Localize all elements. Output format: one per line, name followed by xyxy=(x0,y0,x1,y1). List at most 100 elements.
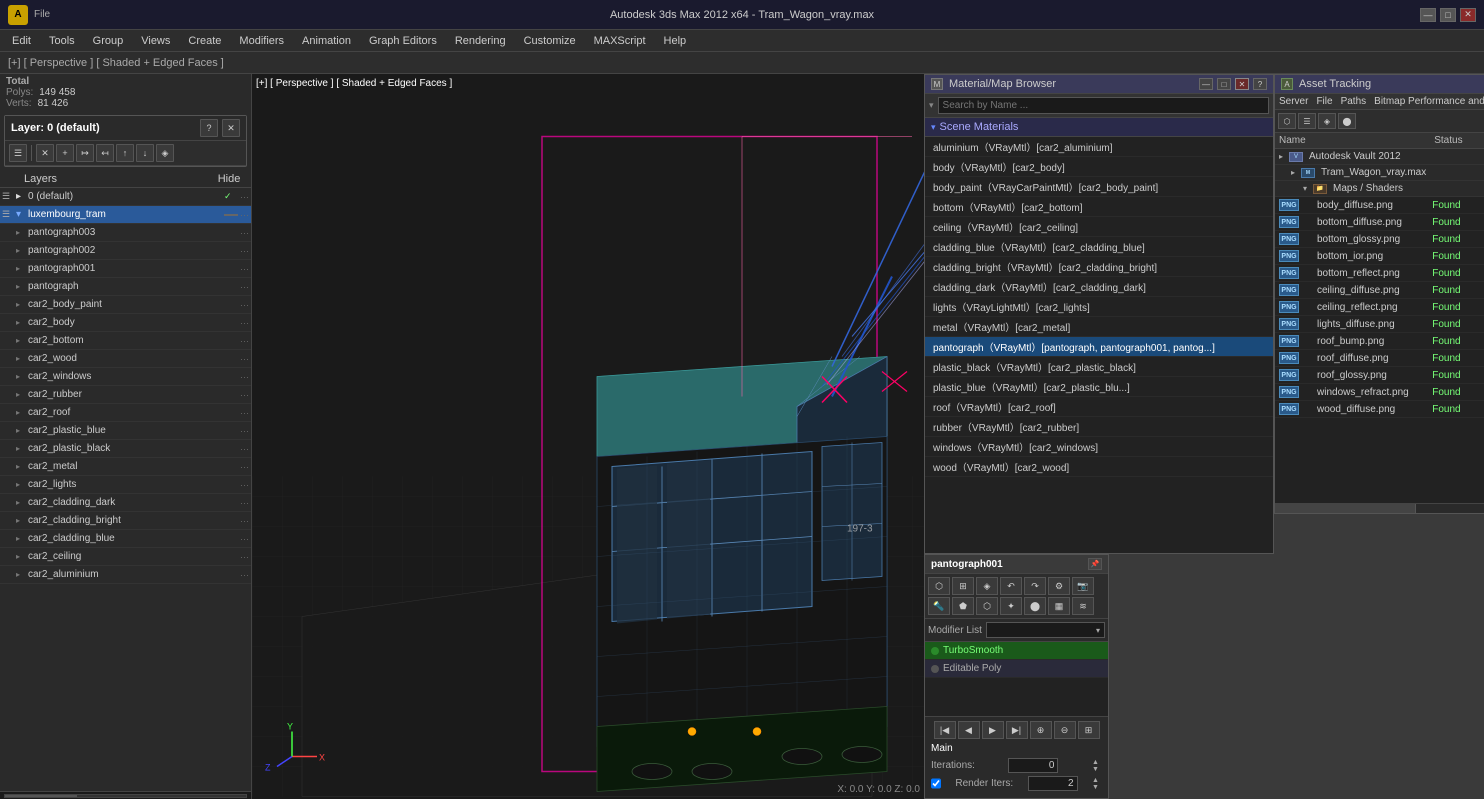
list-item[interactable]: PNG lights_diffuse.png Found xyxy=(1275,316,1484,333)
material-row[interactable]: cladding_blue（VRayMtl）[car2_cladding_blu… xyxy=(925,237,1273,257)
spinner-down[interactable]: ▼ xyxy=(1092,784,1102,791)
list-item[interactable]: PNG roof_glossy.png Found xyxy=(1275,367,1484,384)
modifier-nav-1[interactable]: |◀ xyxy=(934,721,956,739)
list-item[interactable]: ▸ pantograph ··· xyxy=(0,278,251,296)
asset-group-vault[interactable]: ▸ V Autodesk Vault 2012 Logged Out ... xyxy=(1275,149,1484,165)
material-search-input[interactable] xyxy=(938,97,1269,114)
list-item[interactable]: ▸ car2_cladding_dark ··· xyxy=(0,494,251,512)
list-item[interactable]: ▸ car2_cladding_blue ··· xyxy=(0,530,251,548)
mod-pin-btn[interactable]: 📌 xyxy=(1088,558,1102,570)
list-item[interactable]: PNG bottom_reflect.png Found xyxy=(1275,265,1484,282)
material-row[interactable]: wood（VRayMtl）[car2_wood] xyxy=(925,457,1273,477)
material-row[interactable]: body（VRayMtl）[car2_body] xyxy=(925,157,1273,177)
list-item[interactable]: PNG roof_bump.png Found xyxy=(1275,333,1484,350)
material-row[interactable]: lights（VRayLightMtl）[car2_lights] xyxy=(925,297,1273,317)
list-item[interactable]: ▸ car2_metal ··· xyxy=(0,458,251,476)
mod-icon-13[interactable]: ▦ xyxy=(1048,597,1070,615)
titlebar-menu-item[interactable]: File xyxy=(34,9,50,20)
list-item[interactable]: ▸ pantograph003 ··· xyxy=(0,224,251,242)
asset-menu-paths[interactable]: Paths xyxy=(1341,96,1367,107)
render-iters-input[interactable] xyxy=(1028,776,1078,791)
material-row[interactable]: roof（VRayMtl）[car2_roof] xyxy=(925,397,1273,417)
viewport[interactable]: [+] [ Perspective ] [ Shaded + Edged Fac… xyxy=(252,74,924,799)
minimize-button[interactable]: — xyxy=(1420,8,1436,22)
layers-help-button[interactable]: ? xyxy=(200,119,218,137)
list-item[interactable]: ▸ car2_lights ··· xyxy=(0,476,251,494)
list-item[interactable]: PNG bottom_diffuse.png Found xyxy=(1275,214,1484,231)
mod-icon-10[interactable]: ⬡ xyxy=(976,597,998,615)
list-item[interactable]: ▸ car2_wood ··· xyxy=(0,350,251,368)
modifier-nav-6[interactable]: ⊖ xyxy=(1054,721,1076,739)
modifier-nav-2[interactable]: ◀ xyxy=(958,721,980,739)
asset-btn-2[interactable]: ☰ xyxy=(1298,113,1316,129)
list-item[interactable]: ▸ car2_roof ··· xyxy=(0,404,251,422)
list-item[interactable]: ▸ car2_aluminium ··· xyxy=(0,566,251,584)
layers-highlight-btn[interactable]: ↓ xyxy=(136,144,154,162)
mod-icon-9[interactable]: ⬟ xyxy=(952,597,974,615)
asset-menu-bitmap-perf[interactable]: Bitmap Performance and Memory xyxy=(1374,96,1484,107)
mod-icon-6[interactable]: ⚙ xyxy=(1048,577,1070,595)
list-item[interactable]: ▸ car2_body ··· xyxy=(0,314,251,332)
list-item[interactable]: ▸ car2_bottom ··· xyxy=(0,332,251,350)
layers-add-btn[interactable]: + xyxy=(56,144,74,162)
layers-add-sel-btn[interactable]: ↤ xyxy=(96,144,114,162)
menu-graph-editors[interactable]: Graph Editors xyxy=(361,33,445,49)
spinner-up[interactable]: ▲ xyxy=(1092,777,1102,784)
menu-modifiers[interactable]: Modifiers xyxy=(231,33,292,49)
list-item[interactable]: PNG roof_diffuse.png Found xyxy=(1275,350,1484,367)
mod-icon-14[interactable]: ≋ xyxy=(1072,597,1094,615)
layer-row-default[interactable]: ☰ ▸ 0 (default) ✓ ··· xyxy=(0,188,251,206)
asset-menu-server[interactable]: Server xyxy=(1279,96,1308,107)
modifier-item-editable-poly[interactable]: Editable Poly xyxy=(925,660,1108,678)
menu-views[interactable]: Views xyxy=(133,33,178,49)
material-row[interactable]: rubber（VRayMtl）[car2_rubber] xyxy=(925,417,1273,437)
menu-tools[interactable]: Tools xyxy=(41,33,83,49)
modifier-list-dropdown[interactable]: ▾ xyxy=(986,622,1105,638)
layers-move-to-btn[interactable]: ↦ xyxy=(76,144,94,162)
iterations-input[interactable] xyxy=(1008,758,1058,773)
mod-icon-8[interactable]: 🔦 xyxy=(928,597,950,615)
list-item[interactable]: ▸ pantograph002 ··· xyxy=(0,242,251,260)
mod-icon-3[interactable]: ◈ xyxy=(976,577,998,595)
modifier-item-turbosmooth[interactable]: TurboSmooth xyxy=(925,642,1108,660)
layers-menu-btn[interactable]: ☰ xyxy=(9,144,27,162)
list-item[interactable]: ▸ pantograph001 ··· xyxy=(0,260,251,278)
restore-button[interactable]: □ xyxy=(1440,8,1456,22)
render-iters-spinner[interactable]: ▲ ▼ xyxy=(1092,777,1102,791)
material-row[interactable]: cladding_dark（VRayMtl）[car2_cladding_dar… xyxy=(925,277,1273,297)
mod-icon-2[interactable]: ⊞ xyxy=(952,577,974,595)
modifier-nav-3[interactable]: ▶ xyxy=(982,721,1004,739)
list-item[interactable]: ▸ car2_cladding_bright ··· xyxy=(0,512,251,530)
list-item[interactable]: PNG wood_diffuse.png Found xyxy=(1275,401,1484,418)
layers-scrollbar[interactable] xyxy=(4,794,247,798)
material-row[interactable]: metal（VRayMtl）[car2_metal] xyxy=(925,317,1273,337)
material-browser-help[interactable]: ? xyxy=(1253,78,1267,90)
layers-freeze-btn[interactable]: ◈ xyxy=(156,144,174,162)
list-item[interactable]: PNG bottom_glossy.png Found xyxy=(1275,231,1484,248)
layers-close-button[interactable]: ✕ xyxy=(222,119,240,137)
list-item[interactable]: PNG windows_refract.png Found xyxy=(1275,384,1484,401)
layer-row-luxembourg-tram[interactable]: ☰ ▾ luxembourg_tram ··· xyxy=(0,206,251,224)
material-row[interactable]: ceiling（VRayMtl）[car2_ceiling] xyxy=(925,217,1273,237)
search-dropdown-icon[interactable]: ▾ xyxy=(929,100,934,111)
list-item[interactable]: PNG body_diffuse.png Found xyxy=(1275,197,1484,214)
spinner-up[interactable]: ▲ xyxy=(1092,759,1102,766)
menu-create[interactable]: Create xyxy=(180,33,229,49)
material-browser-close[interactable]: ✕ xyxy=(1235,78,1249,90)
list-item[interactable]: ▸ car2_plastic_blue ··· xyxy=(0,422,251,440)
list-item[interactable]: ▸ car2_ceiling ··· xyxy=(0,548,251,566)
mod-icon-7[interactable]: 📷 xyxy=(1072,577,1094,595)
asset-group-tram-file[interactable]: ▸ M Tram_Wagon_vray.max Network Path xyxy=(1275,165,1484,181)
menu-customize[interactable]: Customize xyxy=(516,33,584,49)
asset-group-maps[interactable]: ▾ 📁 Maps / Shaders xyxy=(1275,181,1484,197)
spinner-down[interactable]: ▼ xyxy=(1092,766,1102,773)
asset-btn-1[interactable]: ⬡ xyxy=(1278,113,1296,129)
asset-btn-4[interactable]: ⬤ xyxy=(1338,113,1356,129)
menu-edit[interactable]: Edit xyxy=(4,33,39,49)
modifier-nav-5[interactable]: ⊕ xyxy=(1030,721,1052,739)
mod-icon-1[interactable]: ⬡ xyxy=(928,577,950,595)
section-collapse-icon[interactable]: ▾ xyxy=(931,122,936,133)
layers-sel-objs-btn[interactable]: ↑ xyxy=(116,144,134,162)
menu-maxscript[interactable]: MAXScript xyxy=(586,33,654,49)
list-item[interactable]: PNG bottom_ior.png Found xyxy=(1275,248,1484,265)
